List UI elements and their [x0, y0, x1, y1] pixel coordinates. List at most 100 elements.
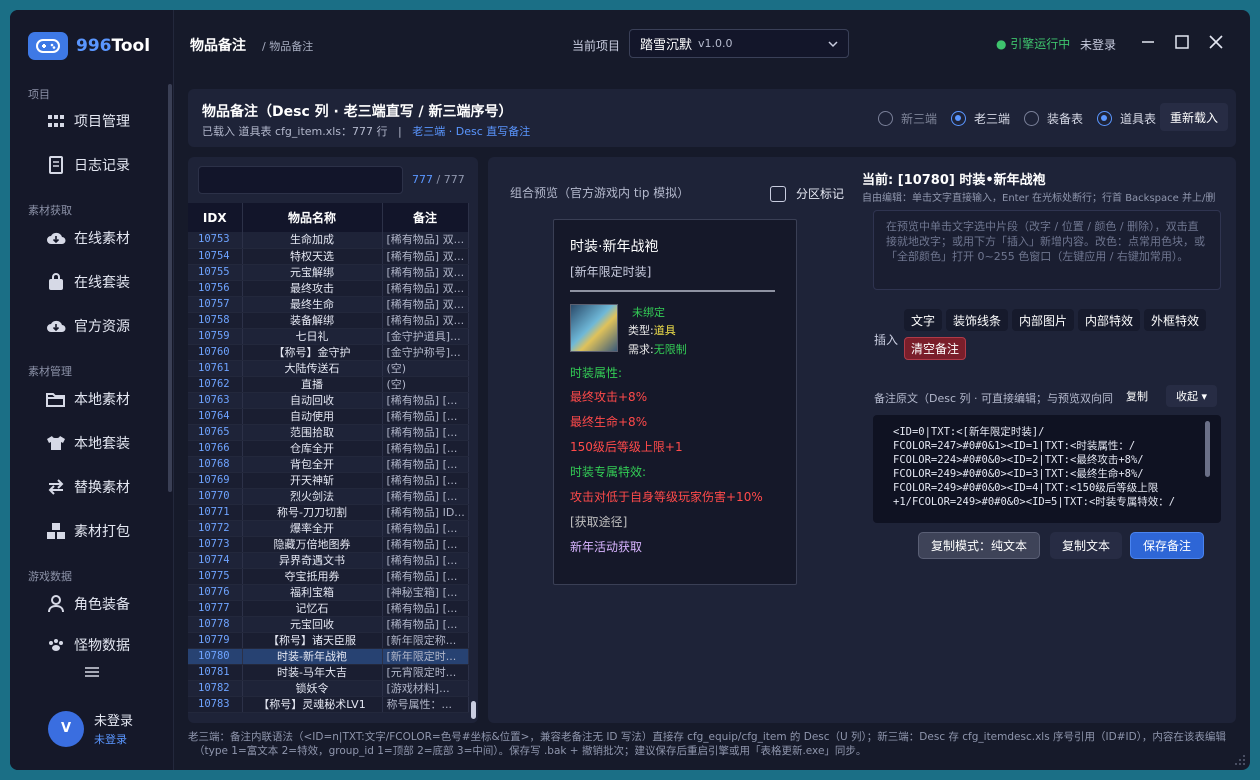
tip-item-tag[interactable]: [新年限定时装] [570, 263, 651, 280]
resize-grip-icon[interactable] [1234, 754, 1246, 766]
sidebar-item-online-sets[interactable]: 在线套装 [46, 272, 130, 292]
tip-attr-title[interactable]: 时装属性: [570, 364, 622, 381]
sidebar-item-role-equip[interactable]: 角色装备 [46, 594, 130, 614]
table-row[interactable]: 10763 自动回收 [稀有物品] [... [188, 392, 469, 409]
copy-text-button[interactable]: 复制文本 [1050, 532, 1123, 559]
table-row[interactable]: 10770 烈火剑法 [稀有物品] [... [188, 488, 469, 505]
table-cell: [稀有物品] 双... [382, 280, 469, 297]
editor-scrollbar[interactable] [1205, 421, 1210, 477]
table-row[interactable]: 10780 时装-新年战袍 [新年限定时... [188, 648, 469, 665]
minimize-icon[interactable] [1140, 34, 1156, 50]
table-row[interactable]: 10771 称号-刀刀切割 [稀有物品] ID... [188, 504, 469, 521]
tip-item-name[interactable]: 时装·新年战袍 [570, 236, 658, 256]
close-icon[interactable] [1208, 34, 1224, 50]
table-row[interactable]: 10779 【称号】诸天臣服 [新年限定称... [188, 632, 469, 649]
sidebar-scrollbar[interactable] [168, 84, 172, 492]
insert-effect-button[interactable]: 内部特效 [1078, 309, 1141, 331]
insert-frame-effect-button[interactable]: 外框特效 [1144, 309, 1207, 331]
table-row[interactable]: 10754 特权天选 [稀有物品] 双... [188, 248, 469, 265]
table-row[interactable]: 10755 元宝解绑 [稀有物品] 双... [188, 264, 469, 281]
table-row[interactable]: 10782 锁妖令 [游戏材料]... [188, 680, 469, 697]
sidebar-item-monster-data[interactable]: 怪物数据 [46, 638, 130, 652]
table-cell: 自动使用 [242, 408, 383, 425]
tip-attr[interactable]: 最终生命+8% [570, 413, 647, 430]
hamburger-menu-icon[interactable] [84, 666, 100, 678]
table-row[interactable]: 10765 范围拾取 [稀有物品] [... [188, 424, 469, 441]
table-row[interactable]: 10773 隐藏万倍地图券 [稀有物品] [... [188, 536, 469, 553]
user-status: 未登录 [94, 733, 127, 746]
segment-edit-box[interactable]: 在预览中单击文字选中片段（改字 / 位置 / 颜色 / 删除），双击直接就地改字… [873, 210, 1221, 290]
table-row[interactable]: 10761 大陆传送石 (空) [188, 360, 469, 377]
sidebar-item-project-manage[interactable]: 项目管理 [46, 111, 130, 131]
reload-button[interactable]: 重新载入 [1159, 103, 1228, 131]
insert-text-button[interactable]: 文字 [904, 309, 943, 331]
table-cell: 10761 [188, 360, 243, 377]
column-header-desc[interactable]: 备注 [382, 203, 469, 232]
tip-source[interactable]: 新年活动获取 [570, 538, 642, 555]
mode-link[interactable]: 老三端 · Desc 直写备注 [412, 125, 530, 138]
tip-special-title[interactable]: 时装专属特效: [570, 463, 646, 480]
copy-raw-button[interactable]: 复制 [1120, 385, 1154, 407]
sidebar-item-label: 替换素材 [74, 480, 130, 496]
list-scrollbar[interactable] [471, 701, 476, 719]
collapse-button[interactable]: 收起 ▾ [1166, 385, 1218, 407]
sidebar-item-online-assets[interactable]: 在线素材 [46, 228, 130, 248]
split-checkbox[interactable]: 分区标记 [770, 185, 844, 202]
tooltip-preview[interactable]: 时装·新年战袍 [新年限定时装] 未绑定 类型:道具 需求:无限制 时装属性: … [553, 219, 797, 585]
project-select[interactable]: 踏雪沉默 v1.0.0 [629, 29, 849, 58]
table-row[interactable]: 10758 装备解绑 [稀有物品] 双... [188, 312, 469, 329]
table-row[interactable]: 10766 仓库全开 [稀有物品] [... [188, 440, 469, 457]
table-row[interactable]: 10778 元宝回收 [稀有物品] [... [188, 616, 469, 633]
table-cell: 【称号】诸天臣服 [242, 632, 383, 649]
table-row[interactable]: 10777 记忆石 [稀有物品] [... [188, 600, 469, 617]
table-row[interactable]: 10759 七日礼 [金守护道具]... [188, 328, 469, 345]
clear-note-button[interactable]: 清空备注 [904, 337, 967, 360]
save-note-button[interactable]: 保存备注 [1130, 532, 1205, 559]
table-cell: 10762 [188, 376, 243, 393]
table-cell: 10779 [188, 632, 243, 649]
tip-bind[interactable]: 未绑定 [632, 304, 665, 320]
table-row[interactable]: 10769 开天神斩 [稀有物品] [... [188, 472, 469, 489]
sidebar-item-replace-assets[interactable]: 替换素材 [46, 477, 130, 497]
table-row[interactable]: 10774 异界奇遇文书 [稀有物品] [... [188, 552, 469, 569]
table-cell: [游戏材料]... [382, 680, 469, 697]
table-row[interactable]: 10753 生命加成 [稀有物品] 双... [188, 232, 469, 249]
table-row[interactable]: 10781 时装-马年大吉 [元宵限定时... [188, 664, 469, 681]
copy-mode-button[interactable]: 复制模式：纯文本 [918, 532, 1041, 559]
insert-image-button[interactable]: 内部图片 [1012, 309, 1075, 331]
tip-source-title[interactable]: [获取途径] [570, 513, 627, 530]
radio-option[interactable]: 老三端 [950, 110, 1010, 127]
table-row[interactable]: 10757 最终生命 [稀有物品] 双... [188, 296, 469, 313]
column-header-name[interactable]: 物品名称 [242, 203, 383, 232]
sidebar-item-pack-assets[interactable]: 素材打包 [46, 521, 130, 541]
column-header-idx[interactable]: IDX [188, 203, 243, 232]
search-input[interactable] [198, 166, 403, 194]
table-row[interactable]: 10762 直播 (空) [188, 376, 469, 393]
table-row[interactable]: 10783 【称号】灵魂秘术LV1 称号属性：... [188, 696, 469, 713]
table-row[interactable]: 10768 背包全开 [稀有物品] [... [188, 456, 469, 473]
table-row[interactable]: 10772 爆率全开 [稀有物品] [... [188, 520, 469, 537]
sidebar-item-local-sets[interactable]: 本地套装 [46, 433, 130, 453]
tip-attr[interactable]: 150级后等级上限+1 [570, 438, 683, 455]
table-row[interactable]: 10760 【称号】金守护 [金守护称号]... [188, 344, 469, 361]
table-cell: 装备解绑 [242, 312, 383, 329]
insert-line-button[interactable]: 装饰线条 [946, 309, 1009, 331]
table-row[interactable]: 10764 自动使用 [稀有物品] [... [188, 408, 469, 425]
radio-option[interactable]: 新三端 [877, 110, 937, 127]
table-row[interactable]: 10756 最终攻击 [稀有物品] 双... [188, 280, 469, 297]
table-row[interactable]: 10775 夺宝抵用券 [稀有物品] [... [188, 568, 469, 585]
user-profile[interactable]: V 未登录 未登录 [48, 710, 133, 747]
sidebar-item-local-assets[interactable]: 本地素材 [46, 389, 130, 409]
radio-option[interactable]: 道具表 [1096, 110, 1156, 127]
sidebar-item-official-resources[interactable]: 官方资源 [46, 316, 130, 336]
raw-text-editor[interactable]: <ID=0|TXT:<[新年限定时装]/ FCOLOR=247>#0#0&1><I… [873, 415, 1221, 523]
table-cell: 夺宝抵用券 [242, 568, 383, 585]
tip-attr[interactable]: 最终攻击+8% [570, 388, 647, 405]
radio-option[interactable]: 装备表 [1023, 110, 1083, 127]
sidebar-item-logs[interactable]: 日志记录 [46, 155, 130, 175]
login-link[interactable]: 未登录 [1080, 36, 1116, 53]
tip-special[interactable]: 攻击对低于自身等级玩家伤害+10% [570, 488, 763, 505]
maximize-icon[interactable] [1174, 34, 1190, 50]
table-cell: 【称号】金守护 [242, 344, 383, 361]
table-row[interactable]: 10776 福利宝箱 [神秘宝箱] [... [188, 584, 469, 601]
